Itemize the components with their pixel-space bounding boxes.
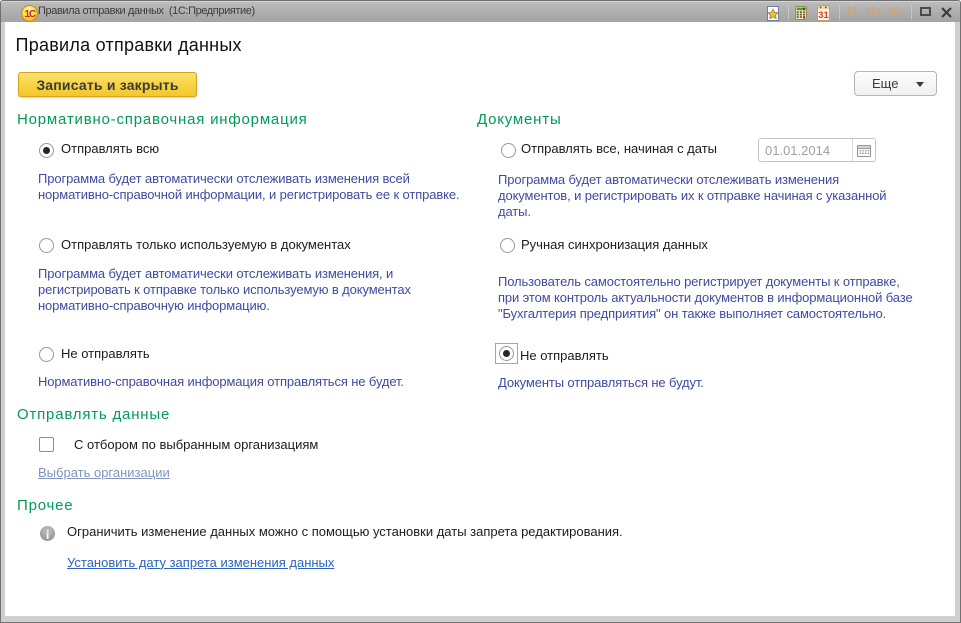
svg-text:31: 31: [818, 10, 829, 21]
